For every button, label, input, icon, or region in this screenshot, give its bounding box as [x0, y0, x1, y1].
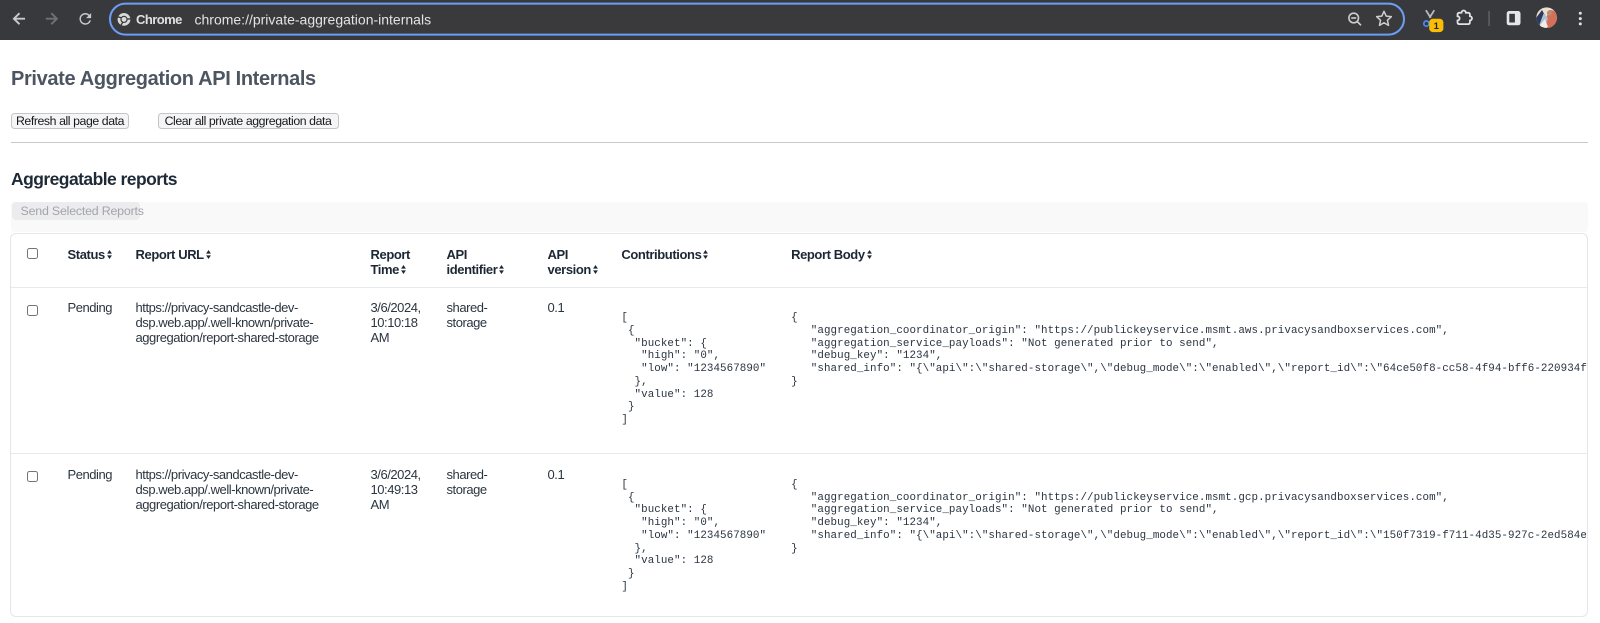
svg-text:chrome://private-aggregation-i: chrome://private-aggregation-internals [195, 11, 432, 27]
svg-text:Chrome: Chrome [136, 12, 182, 27]
svg-text:1: 1 [1434, 21, 1440, 32]
